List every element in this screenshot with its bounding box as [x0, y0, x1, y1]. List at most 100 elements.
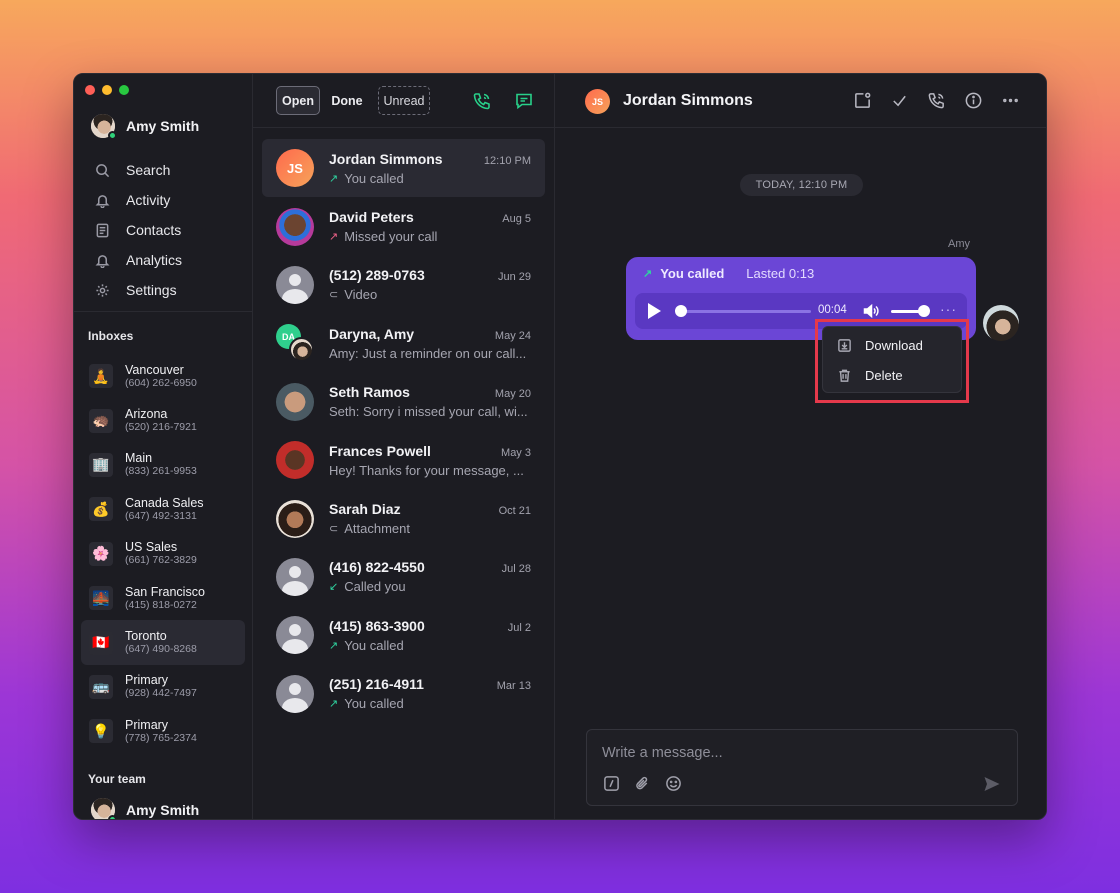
conversation-preview: Seth: Sorry i missed your call, wi... — [329, 404, 528, 420]
conversation-item[interactable]: Sarah Diaz Oct 21 ⊂ Attachment — [262, 489, 545, 547]
conversation-item[interactable]: David Peters Aug 5 ↗ Missed your call — [262, 197, 545, 255]
inbox-item[interactable]: 💰 Canada Sales (647) 492-3131 — [81, 487, 245, 531]
team-member-name: Amy Smith — [126, 802, 200, 818]
more-options-button[interactable] — [1001, 91, 1020, 115]
inbox-item[interactable]: 🏢 Main (833) 261-9953 — [81, 443, 245, 487]
audio-progress-track[interactable] — [681, 310, 811, 313]
volume-slider-handle[interactable] — [918, 305, 930, 317]
menu-item-label: Delete — [865, 367, 903, 383]
inbox-item[interactable]: 💡 Primary (778) 765-2374 — [81, 709, 245, 753]
team-member[interactable]: Amy Smith — [91, 798, 200, 819]
avatar-placeholder — [276, 557, 314, 596]
conversation-preview: Missed your call — [344, 229, 438, 245]
online-status-dot — [108, 131, 117, 140]
conversation-preview: Amy: Just a reminder on our call... — [329, 345, 527, 361]
conversation-time: Jul 28 — [501, 563, 531, 576]
new-message-button[interactable] — [514, 91, 534, 111]
info-button[interactable] — [964, 91, 983, 115]
volume-icon — [863, 303, 879, 319]
composer-tools — [603, 775, 682, 797]
volume-button[interactable] — [862, 302, 880, 320]
conversation-name: Jordan Simmons — [329, 150, 443, 167]
close-window-button[interactable] — [85, 85, 95, 95]
sidebar-item-activity[interactable]: Activity — [74, 185, 253, 215]
inbox-item-selected[interactable]: 🇨🇦 Toronto (647) 490-8268 — [81, 620, 245, 665]
outgoing-call-icon: ↗ — [329, 698, 339, 711]
conversation-name: (415) 863-3900 — [329, 617, 425, 634]
bell-icon — [95, 254, 110, 268]
emoji-button[interactable] — [665, 775, 682, 797]
avatar: JS — [276, 149, 314, 188]
avatar-placeholder — [276, 616, 314, 655]
incoming-call-icon: ↙ — [329, 581, 339, 594]
conversation-item[interactable]: (415) 863-3900 Jul 2 ↗ You called — [262, 606, 545, 664]
inbox-number: (647) 492-3131 — [125, 509, 197, 522]
filter-open-button[interactable]: Open — [276, 86, 320, 115]
inbox-item[interactable]: 🌉 San Francisco (415) 818-0272 — [81, 576, 245, 620]
avatar — [276, 207, 314, 246]
inbox-emoji-icon: 🏢 — [89, 452, 113, 477]
inbox-emoji-icon: 🦔 — [89, 408, 113, 433]
sidebar-item-analytics[interactable]: Analytics — [74, 245, 253, 275]
sidebar-item-search[interactable]: Search — [74, 155, 253, 185]
menu-item-download[interactable]: Download — [823, 330, 961, 360]
minimize-window-button[interactable] — [102, 85, 112, 95]
conversation-item[interactable]: (416) 822-4550 Jul 28 ↙ Called you — [262, 548, 545, 606]
sidebar-item-label: Settings — [126, 282, 177, 298]
download-icon — [838, 338, 851, 352]
message-icon — [516, 93, 532, 110]
outgoing-call-icon: ↗ — [329, 172, 339, 185]
menu-item-delete[interactable]: Delete — [823, 360, 961, 390]
conversation-time: Mar 13 — [496, 680, 531, 693]
filter-unread-button[interactable]: Unread — [378, 86, 430, 115]
date-separator: TODAY, 12:10 PM — [740, 174, 863, 196]
send-button[interactable] — [983, 775, 1001, 793]
play-button[interactable] — [648, 303, 661, 319]
inbox-name: Primary — [125, 717, 169, 732]
call-button[interactable] — [927, 91, 946, 115]
inbox-item[interactable]: 🌸 US Sales (661) 762-3829 — [81, 532, 245, 576]
snippets-button[interactable] — [603, 775, 620, 797]
conversation-item[interactable]: Frances Powell May 3 Hey! Thanks for your… — [262, 431, 545, 489]
audio-progress-handle[interactable] — [675, 305, 687, 317]
conversation-item[interactable]: (251) 216-4911 Mar 13 ↗ You called — [262, 665, 545, 723]
conversation-item-selected[interactable]: JS Jordan Simmons 12:10 PM ↗ You called — [262, 139, 545, 198]
inbox-name: Vancouver — [125, 362, 184, 377]
message-input[interactable] — [602, 745, 982, 761]
conversation-list-panel: Open Done Unread JS Jordan Simmons 12:10 … — [253, 74, 555, 819]
avatar-placeholder — [276, 265, 314, 304]
inbox-item[interactable]: 🚌 Primary (928) 442-7497 — [81, 665, 245, 709]
snooze-icon — [855, 92, 871, 108]
conversation-time: May 3 — [501, 446, 531, 459]
slash-command-icon — [604, 776, 619, 791]
conversation-preview: You called — [344, 696, 404, 712]
conversation-name: David Peters — [329, 209, 414, 226]
player-more-button[interactable]: ··· — [940, 301, 957, 317]
attach-button[interactable] — [634, 775, 651, 797]
missed-call-icon: ↗ — [329, 231, 339, 244]
more-horizontal-icon — [1003, 98, 1018, 103]
sidebar-item-settings[interactable]: Settings — [74, 275, 253, 305]
bell-icon — [95, 194, 110, 208]
sidebar-item-contacts[interactable]: Contacts — [74, 215, 253, 245]
inbox-emoji-icon: 🌉 — [89, 586, 113, 611]
inbox-item[interactable]: 🦔 Arizona (520) 216-7921 — [81, 398, 245, 442]
conversation-name: Seth Ramos — [329, 384, 410, 401]
new-call-button[interactable] — [472, 91, 492, 111]
current-user[interactable]: Amy Smith — [91, 114, 199, 140]
mark-done-button[interactable] — [890, 91, 909, 115]
maximize-window-button[interactable] — [119, 85, 129, 95]
inbox-list: 🧘 Vancouver (604) 262-6950 🦔 Arizona (520)… — [81, 354, 245, 754]
filter-done-button[interactable]: Done — [327, 86, 367, 115]
conversation-item[interactable]: DA Daryna, Amy May 24 Amy: Just a reminde… — [262, 314, 545, 372]
conversation-item[interactable]: (512) 289-0763 Jun 29 ⊂ Video — [262, 256, 545, 314]
inbox-name: Toronto — [125, 629, 167, 644]
inbox-emoji-icon: 🧘 — [89, 364, 113, 389]
inbox-number: (928) 442-7497 — [125, 687, 197, 700]
inbox-number: (833) 261-9953 — [125, 465, 197, 478]
inbox-item[interactable]: 🧘 Vancouver (604) 262-6950 — [81, 354, 245, 398]
conversation-item[interactable]: Seth Ramos May 20 Seth: Sorry i missed yo… — [262, 373, 545, 431]
snooze-button[interactable] — [853, 91, 872, 115]
conversation-time: May 20 — [494, 388, 531, 401]
inbox-number: (415) 818-0272 — [125, 598, 197, 611]
